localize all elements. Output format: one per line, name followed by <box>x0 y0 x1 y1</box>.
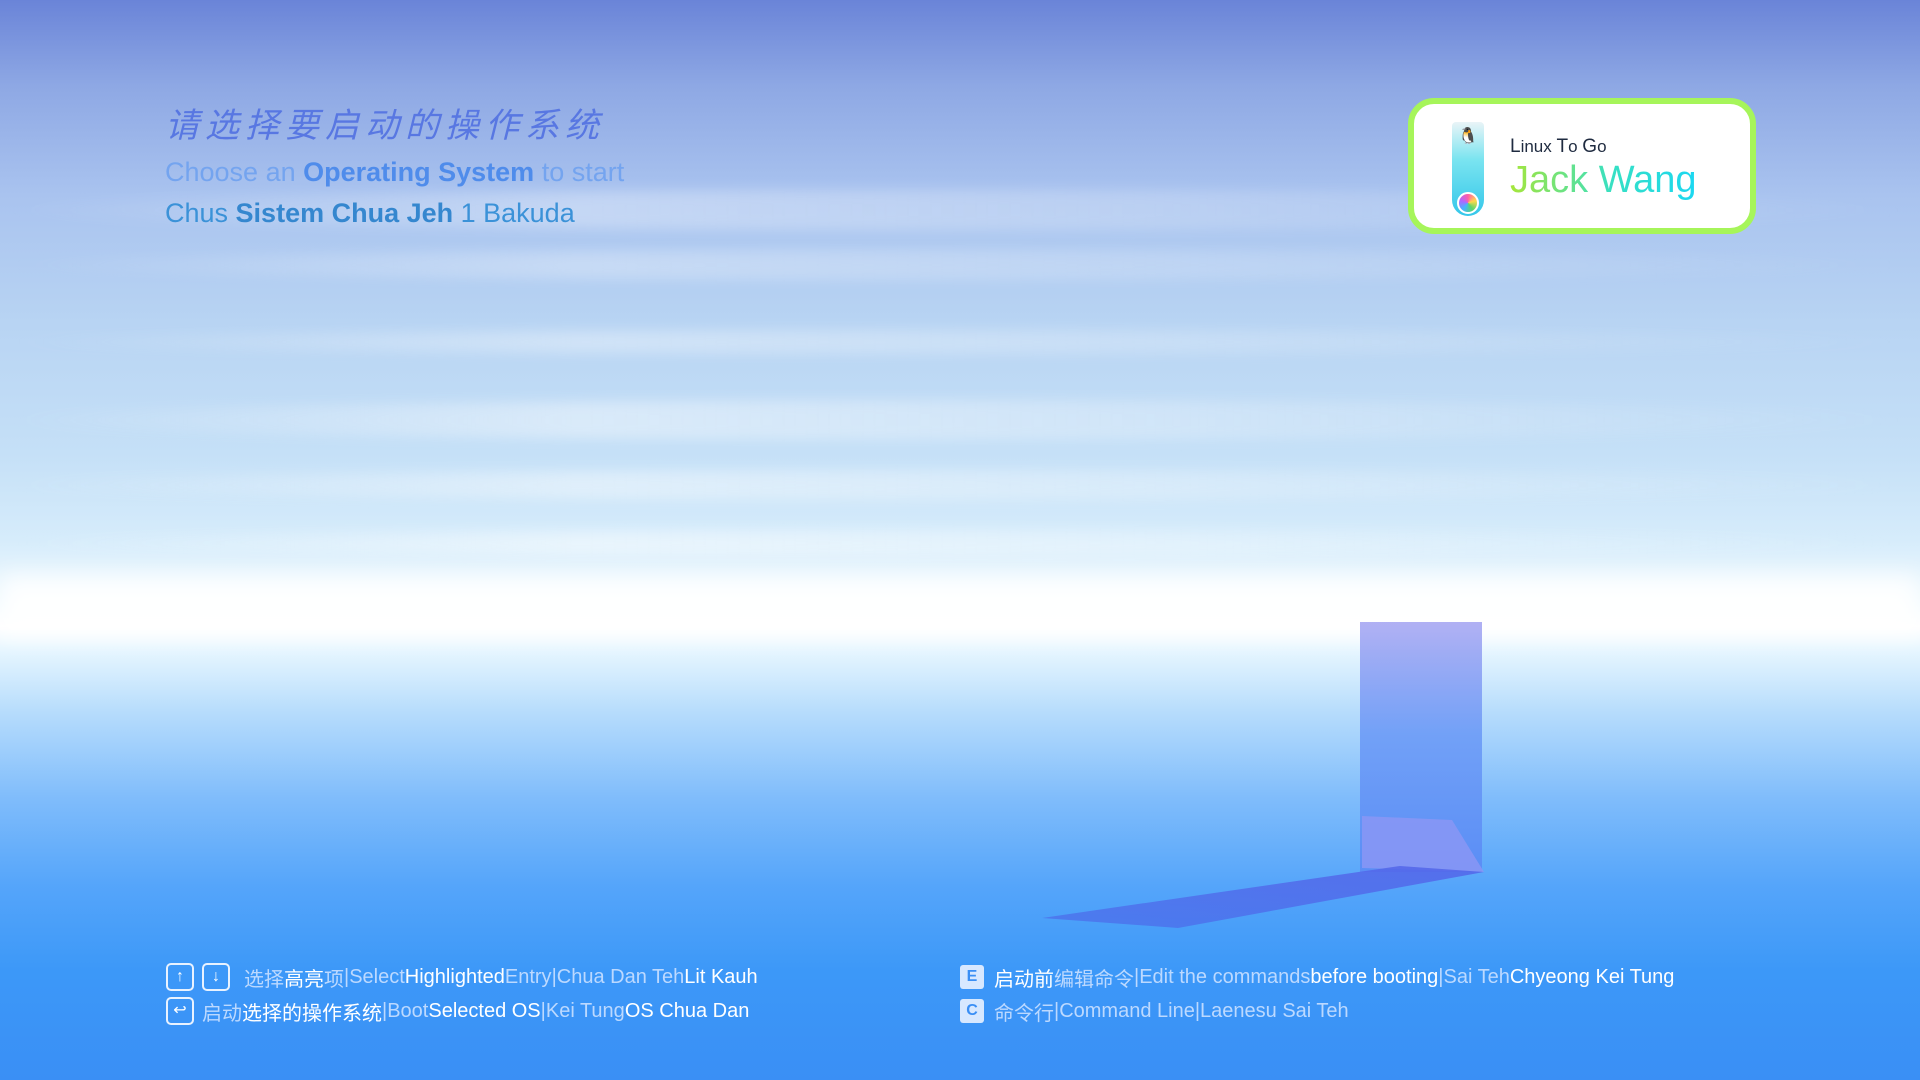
cloud-streak <box>0 330 1920 354</box>
linux-to-go-badge: 🐧 Linux To Go Jack Wang <box>1408 98 1756 234</box>
color-disc-icon <box>1457 192 1479 214</box>
tux-penguin-icon: 🐧 <box>1458 128 1478 145</box>
c-key-icon[interactable]: C <box>960 999 984 1023</box>
badge-subtitle: Linux To Go <box>1510 136 1607 157</box>
arrow-up-key-icon[interactable]: ↑ <box>166 963 194 991</box>
title-english: Choose an Operating System to start <box>165 157 625 187</box>
hint-boot-selected: ↩ 启动 选择的操作系统 | Boot Selected OS | Kei Tun… <box>166 994 758 1028</box>
badge-name: Jack Wang <box>1510 159 1697 201</box>
hint-select-entry: ↑ ↓ 选择 高亮项 | Select Highlighted Entry | C… <box>166 960 758 994</box>
hint-command-line: C 命令行 | Command Line | Laenesu Sai Teh <box>960 994 1674 1028</box>
cloud-streak <box>0 250 1920 280</box>
portal-door <box>1000 600 1520 940</box>
arrow-down-key-icon[interactable]: ↓ <box>202 963 230 991</box>
door-shadow <box>1042 866 1484 928</box>
key-hints-right: E 启动前 编辑命令 | Edit the commands before boo… <box>960 960 1674 1028</box>
enter-key-icon[interactable]: ↩ <box>166 997 194 1025</box>
hint-edit-commands: E 启动前 编辑命令 | Edit the commands before boo… <box>960 960 1674 994</box>
e-key-icon[interactable]: E <box>960 965 984 989</box>
title-mien: Chus Sistem Chua Jeh 1 Bakuda <box>165 198 575 228</box>
horizon-glow <box>0 575 1920 635</box>
usb-drive-icon: 🐧 <box>1452 122 1484 216</box>
title-chinese: 请选择要启动的操作系统 <box>165 106 605 146</box>
cloud-streak <box>0 470 1920 500</box>
cloud-streak <box>0 400 1920 440</box>
cloud-streak <box>0 530 1920 556</box>
portal-door-graphic <box>1042 622 1484 928</box>
key-hints-left: ↑ ↓ 选择 高亮项 | Select Highlighted Entry | C… <box>166 960 758 1028</box>
header: 请选择要启动的操作系统 Choose an Operating System t… <box>165 104 624 234</box>
